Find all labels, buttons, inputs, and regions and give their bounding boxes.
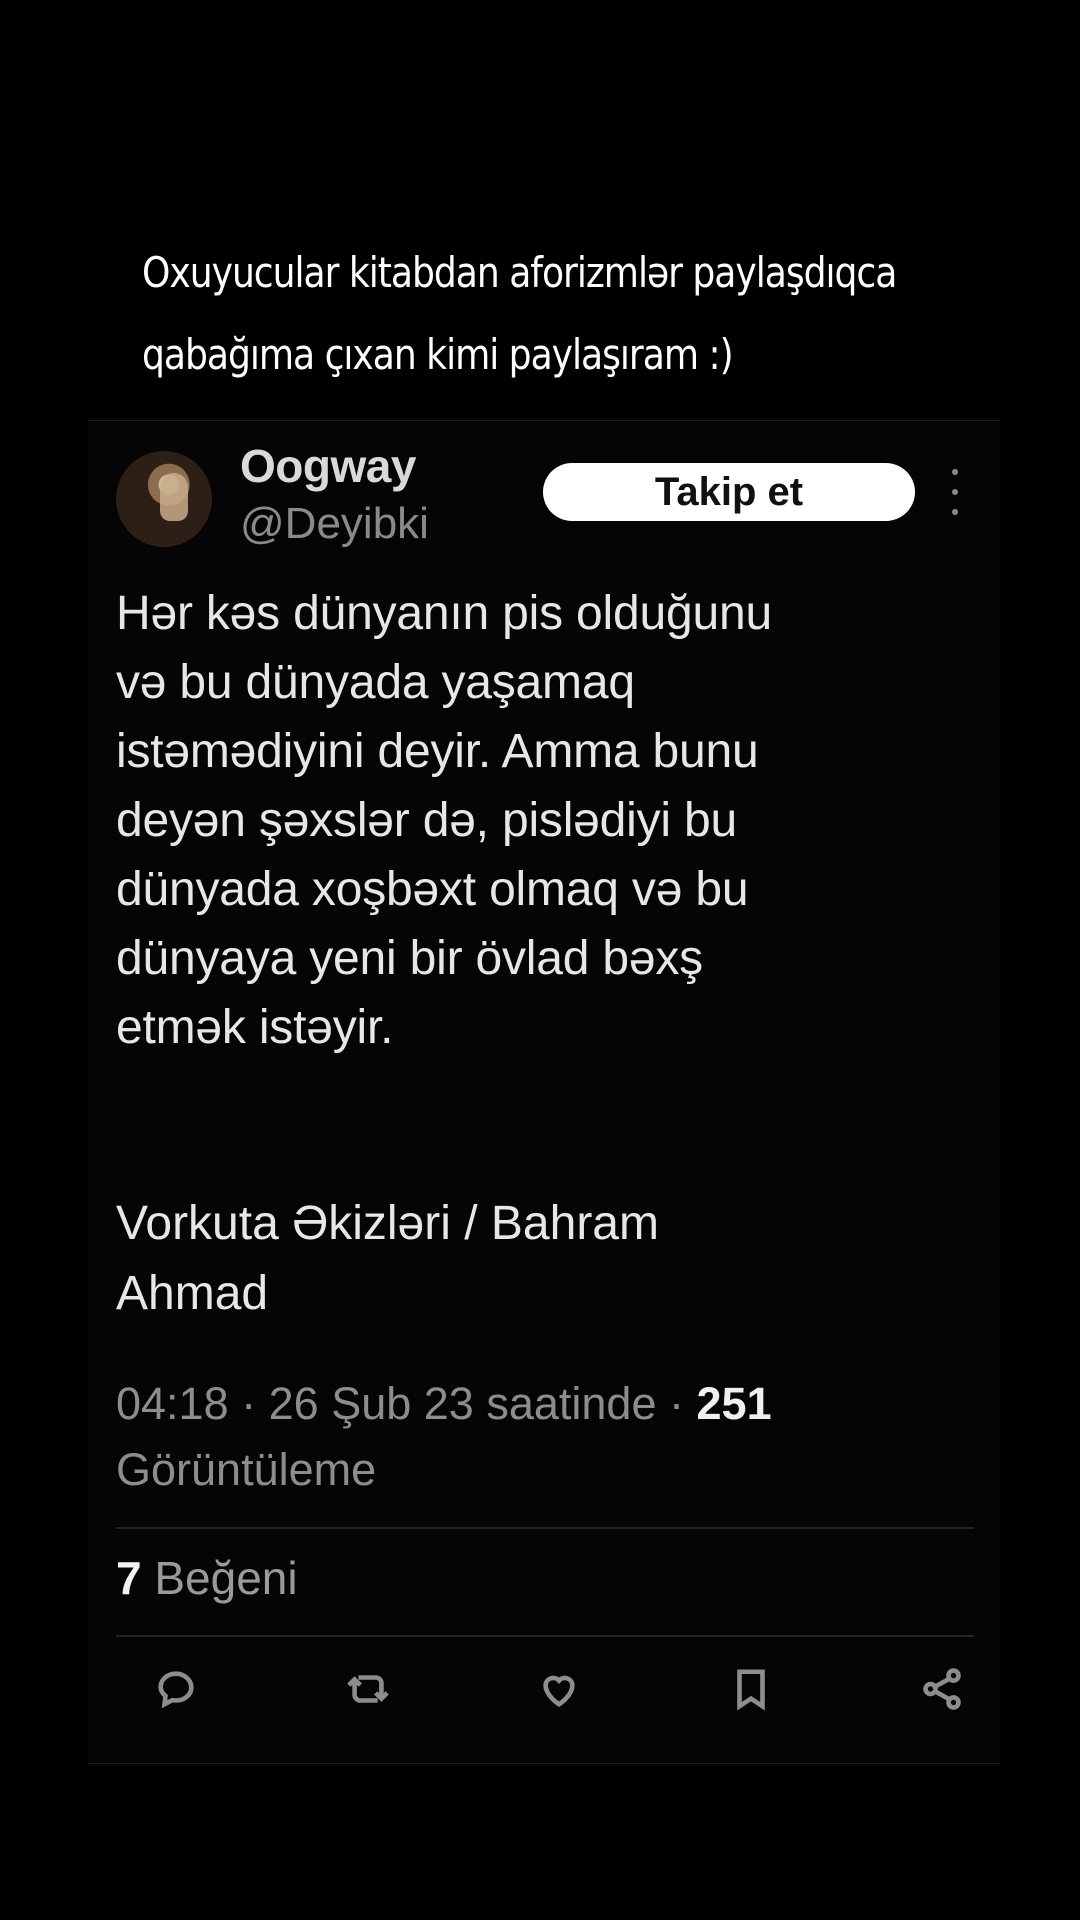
tweet-text: Hər kəs dünyanın pis olduğunu və bu düny… [116,587,772,1054]
views-count: 251 [696,1378,772,1429]
divider [116,1635,974,1637]
like-icon[interactable] [531,1661,587,1717]
likes-count: 7 [116,1552,142,1604]
author-handle[interactable]: @Deyibki [240,499,429,549]
tweet-date[interactable]: 26 Şub 23 saatinde [269,1378,657,1429]
meta-separator-2: · [669,1378,684,1429]
caption-line-1: Oxuyucular kitabdan aforizmlər paylaşdıq… [142,248,897,297]
share-icon[interactable] [914,1661,970,1717]
likes-label: Beğeni [154,1552,298,1604]
follow-button[interactable]: Takip et [543,463,915,521]
story-caption: Oxuyucular kitabdan aforizmlər paylaşdıq… [142,232,899,396]
author-name[interactable]: Oogway [240,439,416,493]
book-reference: Vorkuta Əkizləri / Bahram Ahmad [116,1197,659,1320]
likes[interactable]: 7 Beğeni [116,1551,298,1605]
caption-line-2: qabağıma çıxan kimi paylaşıram :) [142,330,734,379]
retweet-icon[interactable] [340,1661,396,1717]
meta-separator: · [241,1378,257,1429]
bookmark-icon[interactable] [723,1661,779,1717]
divider [116,1527,974,1529]
reply-icon[interactable] [148,1661,204,1717]
views-label: Görüntüleme [116,1444,377,1495]
avatar[interactable] [116,451,212,547]
tweet-time[interactable]: 04:18 [116,1378,229,1429]
action-bar [148,1659,970,1719]
more-options-icon[interactable] [943,469,967,515]
tweet-card: Oogway @Deyibki Takip et Hər kəs dünyanı… [88,420,1000,1764]
tweet-meta: 04:18 · 26 Şub 23 saatinde · 251 Görüntü… [116,1371,966,1503]
